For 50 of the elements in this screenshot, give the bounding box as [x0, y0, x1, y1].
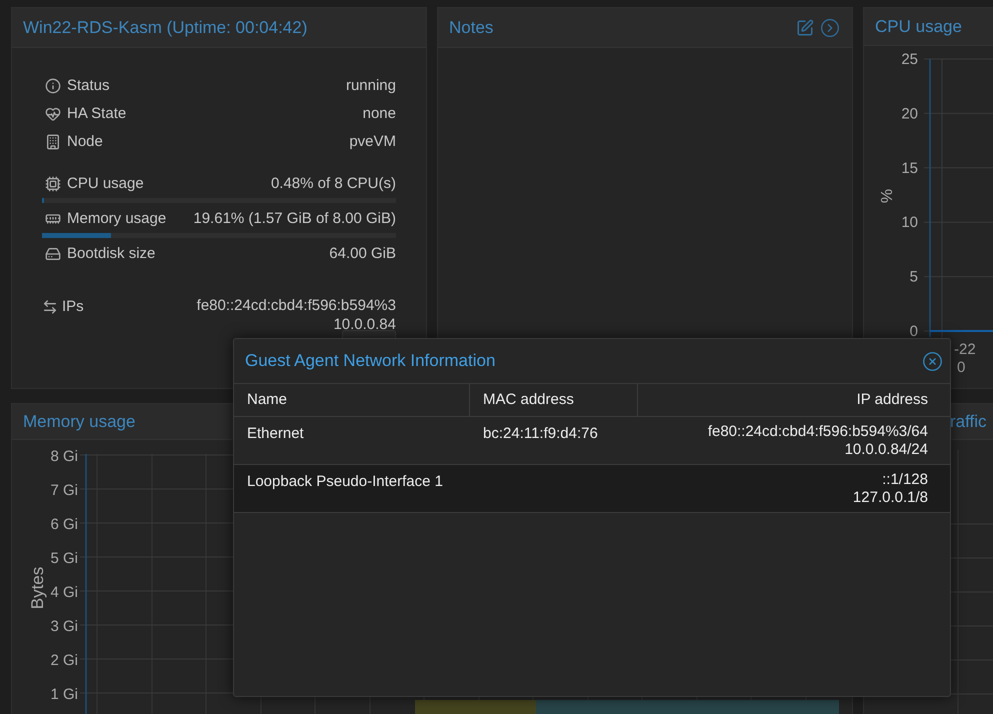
tick-label: 3 Gi	[50, 618, 78, 635]
ip-address: 10.0.0.84	[333, 315, 396, 334]
panel-title: Win22-RDS-Kasm (Uptime: 00:04:42)	[22, 16, 308, 39]
field-label: Bootdisk size	[67, 244, 156, 264]
panel-title: Notes	[448, 16, 494, 39]
tick-label: 25	[901, 51, 918, 68]
tick-label: 10	[901, 214, 918, 232]
field-value: 19.61% (1.57 GiB of 8.00 GiB)	[193, 208, 396, 229]
axis-title: Bytes	[28, 566, 47, 610]
tick-label: 0	[957, 359, 966, 376]
tick-label: 20	[901, 105, 918, 122]
field-label: CPU usage	[67, 174, 144, 194]
table-row[interactable]: Ethernet bc:24:11:f9:d4:76 fe80::24cd:cbd4:f596:b594%3/64 10.0.0.84/24	[234, 417, 950, 465]
tick-label: 7 Gi	[50, 482, 78, 499]
table-cell: 10.0.0.84/24	[844, 441, 928, 459]
tick-label: 4 Gi	[50, 584, 78, 601]
tick-label: 6 Gi	[50, 516, 78, 533]
tick-label: 0	[910, 323, 918, 340]
dialog-title: Guest Agent Network Information	[245, 350, 496, 372]
table-cell: 127.0.0.1/8	[852, 489, 928, 507]
column-header[interactable]: MAC address	[470, 384, 638, 416]
tick-label: 2 Gi	[50, 652, 78, 669]
field-value: 0.48% of 8 CPU(s)	[270, 174, 396, 194]
field-label: IPs	[62, 296, 84, 317]
table-cell: bc:24:11:f9:d4:76	[483, 425, 598, 442]
field-label: Memory usage	[67, 208, 166, 229]
field-label: HA State	[67, 104, 126, 124]
table-row[interactable]: Loopback Pseudo-Interface 1 ::1/128 127.0.0.1/8	[234, 465, 950, 513]
panel-title: CPU usage	[874, 16, 962, 38]
tick-label: 5	[910, 268, 918, 286]
field-label: Status	[67, 76, 110, 96]
tick-label: 15	[901, 160, 918, 177]
panel-title: Memory usage	[22, 410, 136, 433]
field-value: 64.00 GiB	[329, 244, 396, 264]
tick-label: -22	[954, 341, 976, 358]
field-value: pveVM	[349, 132, 396, 152]
field-value: running	[346, 76, 396, 96]
column-header[interactable]: IP address	[638, 384, 950, 416]
column-header[interactable]: Name	[234, 384, 470, 416]
tick-label: 1 Gi	[50, 686, 78, 703]
tick-label: 5 Gi	[50, 550, 78, 567]
field-value: none	[362, 104, 396, 124]
tick-label: 8 Gi	[50, 448, 78, 465]
ip-address: fe80::24cd:cbd4:f596:b594%3	[196, 296, 396, 315]
table-cell: fe80::24cd:cbd4:f596:b594%3/64	[708, 423, 928, 441]
table-cell: Ethernet	[247, 425, 304, 442]
axis-title: %	[879, 188, 896, 204]
table-cell: Loopback Pseudo-Interface 1	[247, 473, 443, 490]
table-cell: ::1/128	[882, 471, 928, 489]
field-label: Node	[67, 132, 103, 152]
